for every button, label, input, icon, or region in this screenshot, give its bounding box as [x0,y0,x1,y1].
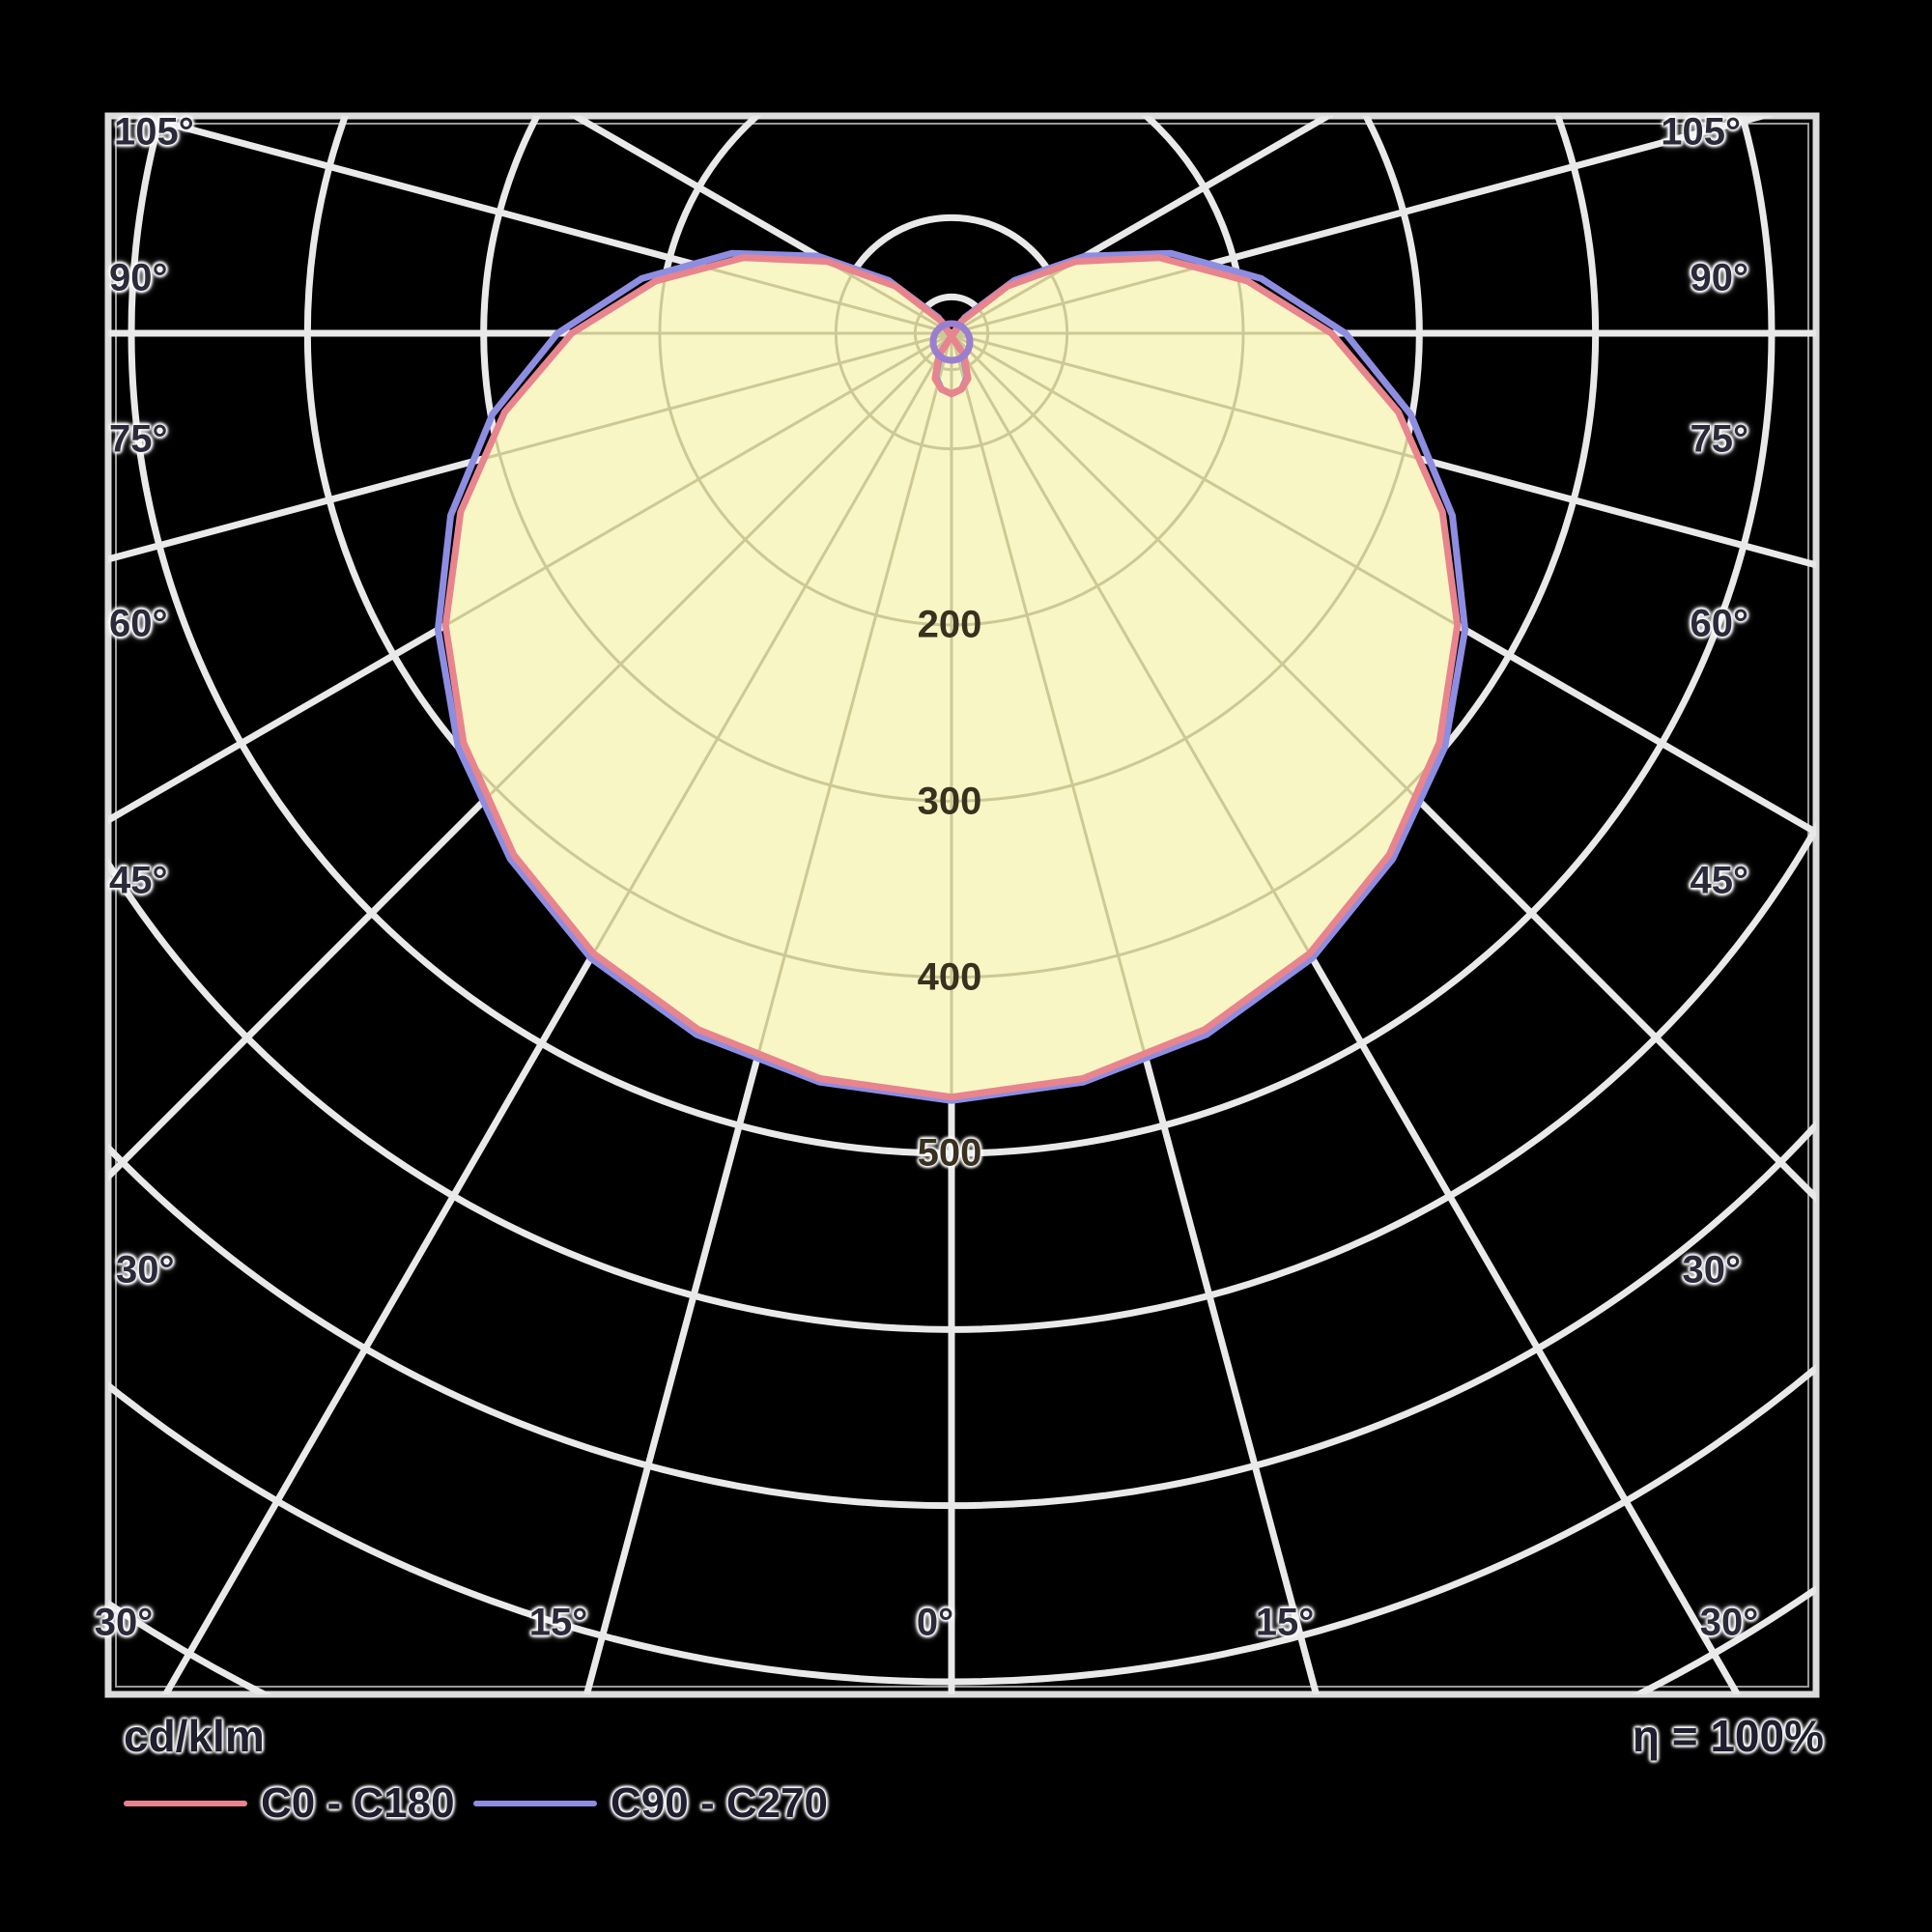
angle-label-right-0: 105° [1661,110,1741,154]
angle-label-bottom-2: 0° [916,1601,954,1644]
angle-label-right-3: 60° [1690,602,1749,645]
angle-label-left-3: 60° [109,602,168,645]
angle-label-bottom-3: 15° [1255,1601,1315,1644]
legend-swatch-c0-c180 [124,1801,247,1806]
angle-label-right-1: 90° [1690,256,1749,299]
legend-item-c90-c270[interactable]: C90 - C270 [473,1779,828,1828]
unit-label: cd/klm [124,1711,265,1761]
legend-label-c0-c180: C0 - C180 [261,1779,455,1827]
legend-swatch-c90-c270 [473,1801,597,1806]
radial-label-200: 200 [917,603,982,646]
radial-label-500: 500 [917,1131,982,1175]
angle-label-right-5: 30° [1682,1248,1742,1292]
angle-label-right-2: 75° [1690,417,1749,461]
radial-label-400: 400 [917,955,982,999]
angle-label-bottom-1: 15° [528,1601,588,1644]
angle-label-left-4: 45° [109,859,168,902]
chart-legend: cd/klm η = 100% C0 - C180 C90 - C270 [0,1710,1932,1884]
legend-item-c0-c180[interactable]: C0 - C180 [124,1779,455,1828]
angle-label-bottom-4: 30° [1699,1601,1759,1644]
efficiency-label: η = 100% [1632,1711,1824,1761]
angle-label-left-2: 75° [109,417,168,461]
radial-label-300: 300 [917,780,982,823]
polar-light-distribution-diagram: 105° 90° 75° 60° 45° 30° 105° 90° 75° 60° 45° 30° … [0,0,1932,1932]
angle-label-right-4: 45° [1690,859,1749,902]
angle-label-bottom-0: 30° [94,1601,154,1644]
angle-label-left-5: 30° [116,1248,175,1292]
angle-label-left-0: 105° [114,110,194,154]
angle-label-left-1: 90° [109,256,168,299]
legend-label-c90-c270: C90 - C270 [611,1779,829,1827]
